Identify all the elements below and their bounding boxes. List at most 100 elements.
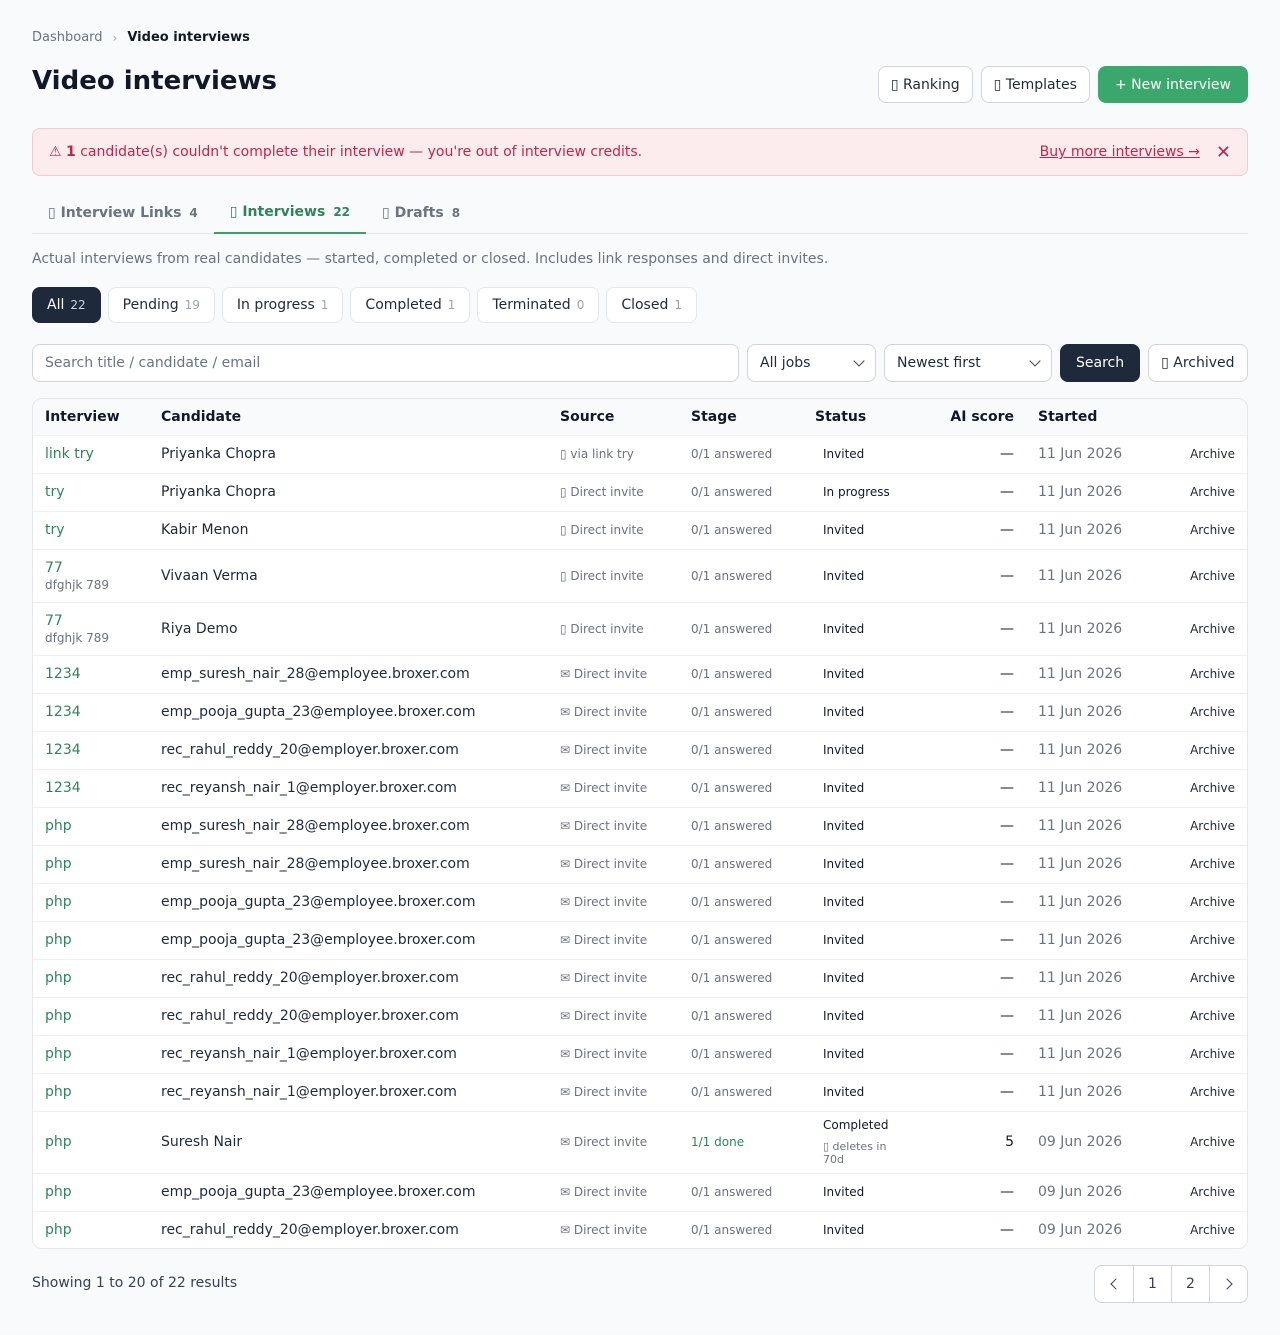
interview-title-cell[interactable]: php	[33, 958, 149, 997]
archive-button[interactable]: Archive	[1161, 654, 1247, 693]
table-row[interactable]: try Kabir Menon ▯ Direct invite 0/1 answere…	[33, 510, 1247, 549]
interview-title-cell[interactable]: php	[33, 1034, 149, 1073]
table-row[interactable]: 77 dfghjk 789 Riya Demo ▯ Direct invite 0/1 …	[33, 601, 1247, 655]
table-row[interactable]: 77 dfghjk 789 Vivaan Verma ▯ Direct invite 0…	[33, 548, 1247, 602]
archive-button[interactable]: Archive	[1161, 510, 1247, 549]
interview-title[interactable]: php	[45, 1134, 72, 1150]
table-row[interactable]: php rec_rahul_reddy_20@employer.broxer.co…	[33, 958, 1247, 997]
table-row[interactable]: 1234 emp_suresh_nair_28@employee.broxer.c…	[33, 654, 1247, 693]
search-button[interactable]: Search	[1060, 344, 1141, 382]
archive-button[interactable]: Archive	[1161, 692, 1247, 731]
interview-title[interactable]: php	[45, 1184, 72, 1200]
table-row[interactable]: php emp_suresh_nair_28@employee.broxer.co…	[33, 806, 1247, 845]
interview-title-cell[interactable]: 1234	[33, 730, 149, 769]
interview-title[interactable]: php	[45, 1084, 72, 1100]
interview-title[interactable]: 77	[45, 560, 63, 576]
interview-title-cell[interactable]: php	[33, 1072, 149, 1111]
archive-button[interactable]: Archive	[1161, 882, 1247, 921]
interview-title-cell[interactable]: php	[33, 844, 149, 883]
table-row[interactable]: 1234 rec_reyansh_nair_1@employer.broxer.c…	[33, 768, 1247, 807]
archive-button[interactable]: Archive	[1161, 1072, 1247, 1111]
filter-in-progress[interactable]: In progress 1	[221, 287, 344, 323]
new-interview-button[interactable]: + New interview	[1097, 66, 1248, 103]
archive-button[interactable]: Archive	[1161, 958, 1247, 997]
interview-title-cell[interactable]: php	[33, 996, 149, 1035]
table-row[interactable]: link try Priyanka Chopra ▯ via link try 0/1…	[33, 434, 1247, 473]
interview-title[interactable]: 77	[45, 613, 63, 629]
interview-title-cell[interactable]: php	[33, 1110, 149, 1173]
breadcrumb-dashboard[interactable]: Dashboard	[32, 30, 103, 45]
table-row[interactable]: php Suresh Nair ✉ Direct invite 1/1 done Com…	[33, 1110, 1247, 1173]
table-row[interactable]: php emp_suresh_nair_28@employee.broxer.co…	[33, 844, 1247, 883]
interview-title[interactable]: 1234	[45, 666, 81, 682]
filter-pending[interactable]: Pending 19	[107, 287, 215, 323]
archive-button[interactable]: Archive	[1161, 996, 1247, 1035]
buy-more-link[interactable]: Buy more interviews →	[1040, 144, 1200, 160]
archived-button[interactable]: ▯ Archived	[1148, 344, 1248, 382]
filter-completed[interactable]: Completed 1	[350, 287, 471, 323]
table-row[interactable]: php rec_reyansh_nair_1@employer.broxer.co…	[33, 1072, 1247, 1111]
interview-title[interactable]: try	[45, 522, 65, 538]
interview-title[interactable]: try	[45, 484, 65, 500]
ranking-button[interactable]: ▯ Ranking	[877, 66, 973, 103]
table-row[interactable]: try Priyanka Chopra ▯ Direct invite 0/1 ans…	[33, 472, 1247, 511]
close-icon[interactable]: ✕	[1216, 142, 1231, 163]
jobs-select[interactable]: All jobs	[747, 344, 876, 382]
archive-button[interactable]: Archive	[1161, 1210, 1247, 1248]
interview-title-cell[interactable]: php	[33, 1172, 149, 1211]
interview-title-cell[interactable]: 1234	[33, 654, 149, 693]
interview-title-cell[interactable]: link try	[33, 434, 149, 473]
filter-all[interactable]: All 22	[32, 287, 101, 323]
interview-title[interactable]: php	[45, 1008, 72, 1024]
interview-title-cell[interactable]: 77 dfghjk 789	[33, 601, 149, 655]
interview-title[interactable]: php	[45, 1222, 72, 1238]
interview-title-cell[interactable]: 77 dfghjk 789	[33, 548, 149, 602]
table-row[interactable]: php emp_pooja_gupta_23@employee.broxer.co…	[33, 920, 1247, 959]
table-row[interactable]: php emp_pooja_gupta_23@employee.broxer.co…	[33, 882, 1247, 921]
sort-select[interactable]: Newest first	[884, 344, 1052, 382]
table-row[interactable]: php rec_rahul_reddy_20@employer.broxer.co…	[33, 1210, 1247, 1248]
table-row[interactable]: php rec_reyansh_nair_1@employer.broxer.co…	[33, 1034, 1247, 1073]
archive-button[interactable]: Archive	[1161, 601, 1247, 655]
interview-title[interactable]: php	[45, 970, 72, 986]
interview-title-cell[interactable]: php	[33, 1210, 149, 1248]
archive-button[interactable]: Archive	[1161, 768, 1247, 807]
table-row[interactable]: php rec_rahul_reddy_20@employer.broxer.co…	[33, 996, 1247, 1035]
tab-interviews[interactable]: ▯ Interviews 22	[213, 192, 367, 234]
archive-button[interactable]: Archive	[1161, 1172, 1247, 1211]
interview-title[interactable]: 1234	[45, 704, 81, 720]
table-row[interactable]: 1234 emp_pooja_gupta_23@employee.broxer.c…	[33, 692, 1247, 731]
filter-terminated[interactable]: Terminated 0	[477, 287, 600, 323]
interview-title[interactable]: php	[45, 932, 72, 948]
archive-button[interactable]: Archive	[1161, 548, 1247, 602]
interview-title-cell[interactable]: php	[33, 806, 149, 845]
interview-title-cell[interactable]: php	[33, 920, 149, 959]
archive-button[interactable]: Archive	[1161, 844, 1247, 883]
archive-button[interactable]: Archive	[1161, 806, 1247, 845]
tab-interview-links[interactable]: ▯ Interview Links 4	[32, 192, 214, 234]
table-row[interactable]: php emp_pooja_gupta_23@employee.broxer.co…	[33, 1172, 1247, 1211]
interview-title-cell[interactable]: php	[33, 882, 149, 921]
next-page-button[interactable]	[1209, 1266, 1247, 1302]
archive-button[interactable]: Archive	[1161, 1110, 1247, 1173]
table-row[interactable]: 1234 rec_rahul_reddy_20@employer.broxer.c…	[33, 730, 1247, 769]
interview-title-cell[interactable]: try	[33, 472, 149, 511]
interview-title[interactable]: 1234	[45, 742, 81, 758]
archive-button[interactable]: Archive	[1161, 920, 1247, 959]
archive-button[interactable]: Archive	[1161, 1034, 1247, 1073]
interview-title[interactable]: php	[45, 856, 72, 872]
interview-title[interactable]: php	[45, 1046, 72, 1062]
interview-title[interactable]: link try	[45, 446, 94, 462]
interview-title-cell[interactable]: 1234	[33, 692, 149, 731]
archive-button[interactable]: Archive	[1161, 472, 1247, 511]
archive-button[interactable]: Archive	[1161, 434, 1247, 473]
archive-button[interactable]: Archive	[1161, 730, 1247, 769]
search-input[interactable]	[32, 344, 739, 382]
page-2-button[interactable]: 2	[1171, 1266, 1209, 1302]
interview-title[interactable]: php	[45, 818, 72, 834]
interview-title-cell[interactable]: try	[33, 510, 149, 549]
filter-closed[interactable]: Closed 1	[606, 287, 697, 323]
page-1-button[interactable]: 1	[1133, 1266, 1171, 1302]
prev-page-button[interactable]	[1095, 1266, 1133, 1302]
interview-title[interactable]: 1234	[45, 780, 81, 796]
